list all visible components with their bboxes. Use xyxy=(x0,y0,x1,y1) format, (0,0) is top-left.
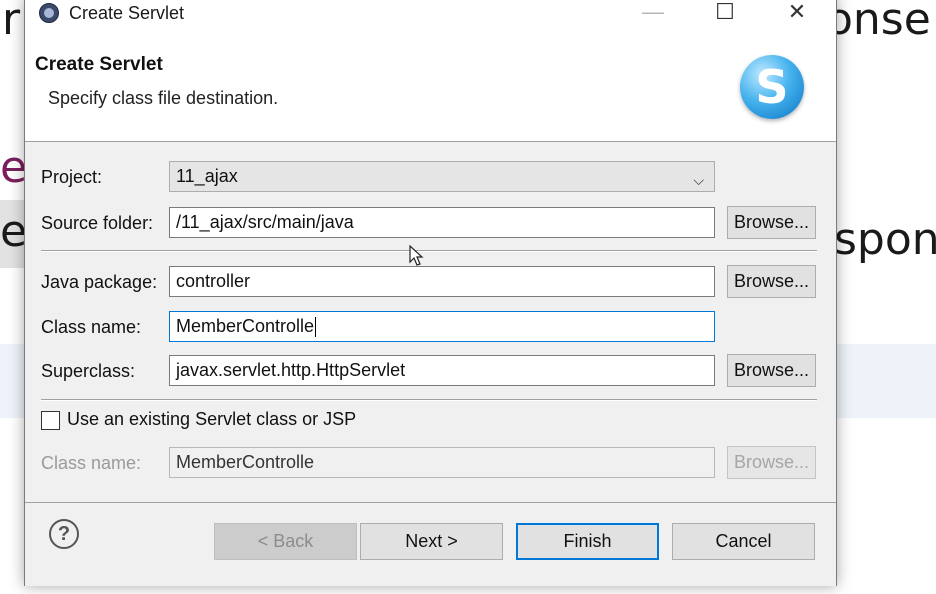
existing-class-name-label: Class name: xyxy=(41,453,142,473)
close-icon[interactable]: ✕ xyxy=(774,0,820,29)
separator xyxy=(41,399,817,401)
mouse-pointer-icon xyxy=(409,245,424,266)
eclipse-icon xyxy=(39,3,59,23)
source-folder-input[interactable]: /11_ajax/src/main/java xyxy=(169,207,715,238)
superclass-browse-button[interactable]: Browse... xyxy=(727,354,816,387)
create-servlet-dialog: Create Servlet — ☐ ✕ Create Servlet Spec… xyxy=(24,0,837,586)
class-name-value: MemberControlle xyxy=(176,316,315,336)
title-bar[interactable]: Create Servlet — ☐ ✕ xyxy=(25,0,836,29)
class-name-label: Class name: xyxy=(41,317,142,337)
superclass-input[interactable]: javax.servlet.http.HttpServlet xyxy=(169,355,715,386)
class-name-input[interactable]: MemberControlle xyxy=(169,311,715,342)
finish-button[interactable]: Finish xyxy=(516,523,659,560)
back-button: < Back xyxy=(214,523,357,560)
page-subtitle: Specify class file destination. xyxy=(48,88,279,108)
cancel-button[interactable]: Cancel xyxy=(672,523,815,560)
project-value: 11_ajax xyxy=(176,166,238,186)
source-folder-browse-button[interactable]: Browse... xyxy=(727,206,816,239)
use-existing-checkbox[interactable] xyxy=(41,411,60,430)
minimize-icon[interactable]: — xyxy=(630,0,676,29)
background-text-fragment: onse xyxy=(826,0,931,45)
existing-class-browse-button: Browse... xyxy=(727,446,816,479)
superclass-label: Superclass: xyxy=(41,361,136,381)
page-title: Create Servlet xyxy=(35,54,163,75)
maximize-icon[interactable]: ☐ xyxy=(702,0,748,29)
use-existing-label[interactable]: Use an existing Servlet class or JSP xyxy=(67,409,356,430)
java-package-label: Java package: xyxy=(41,272,158,292)
separator xyxy=(41,250,817,252)
text-caret xyxy=(315,317,317,338)
servlet-logo-icon: S xyxy=(740,55,804,119)
next-button[interactable]: Next > xyxy=(360,523,503,560)
java-package-input[interactable]: controller xyxy=(169,266,715,297)
background-text-fragment: spon xyxy=(834,214,936,265)
background-text-fragment: r xyxy=(2,0,21,45)
source-folder-label: Source folder: xyxy=(41,213,154,233)
wizard-header: Create Servlet Specify class file destin… xyxy=(25,29,836,142)
java-package-browse-button[interactable]: Browse... xyxy=(727,265,816,298)
project-dropdown[interactable]: 11_ajax ⌵ xyxy=(169,161,715,192)
chevron-down-icon[interactable]: ⌵ xyxy=(693,166,704,191)
help-icon[interactable]: ? xyxy=(49,519,79,549)
window-title: Create Servlet xyxy=(69,3,185,23)
existing-class-name-input: MemberControlle xyxy=(169,447,715,478)
project-label: Project: xyxy=(41,167,103,187)
